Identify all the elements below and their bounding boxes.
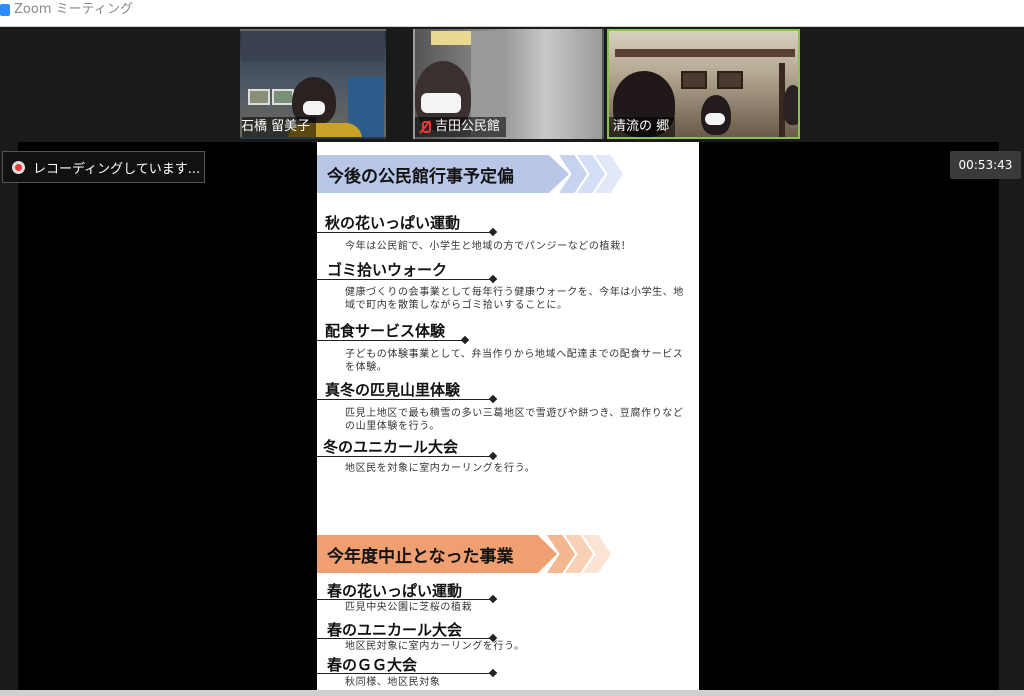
item-heading: 春の花いっぱい運動 xyxy=(327,582,463,600)
item-body: 地区民対象に室内カーリングを行う。 xyxy=(345,641,525,652)
item-heading: 秋の花いっぱい運動 xyxy=(325,214,461,232)
ceiling xyxy=(242,31,384,61)
underline xyxy=(317,399,493,400)
item-heading: ゴミ拾いウォーク xyxy=(327,261,448,279)
wall-picture xyxy=(717,71,743,89)
underline xyxy=(317,340,465,341)
item-heading: 真冬の匹見山里体験 xyxy=(325,381,461,399)
item-heading: 配食サービス体験 xyxy=(325,322,446,340)
item-body: 子どもの体験事業として、弁当作りから地域へ配達までの配食サービスを体験。 xyxy=(345,349,684,373)
title-bar: Zoom ミーティング xyxy=(0,0,1024,27)
recording-indicator[interactable]: レコーディングしています... xyxy=(2,151,205,183)
bottom-edge xyxy=(0,690,1024,696)
item-heading: 冬のユニカール大会 xyxy=(323,438,459,456)
item-body: 今年は公民館で、小学生と地域の方でパンジーなどの植栽！ xyxy=(345,241,632,252)
ceiling-beam xyxy=(615,49,795,57)
diamond-icon xyxy=(460,335,470,345)
section-banner-upcoming: 今後の公民館行事予定偏 xyxy=(317,155,623,193)
participant-name: 石橋 留美子 xyxy=(241,119,311,134)
section-title: 今後の公民館行事予定偏 xyxy=(317,155,569,193)
item-body: 匹見中央公園に芝桜の植栽 xyxy=(345,602,473,613)
meeting-stage: 石橋 留美子 吉田公民館 清流の 郷 レコーディングしています... 00:53… xyxy=(0,27,1024,696)
underline xyxy=(317,279,493,280)
diamond-icon xyxy=(488,227,498,237)
window-title: Zoom ミーティング xyxy=(14,2,133,17)
item-body: 地区民を対象に室内カーリングを行う。 xyxy=(345,463,536,474)
mic-muted-icon xyxy=(419,120,431,134)
participant-name: 清流の 郷 xyxy=(613,119,670,134)
recording-label: レコーディングしています... xyxy=(33,161,201,177)
record-icon xyxy=(12,160,25,174)
underline xyxy=(317,599,493,600)
wall-picture xyxy=(272,89,294,105)
wall-picture xyxy=(248,89,270,105)
participant-tile-1[interactable]: 石橋 留美子 xyxy=(240,29,386,139)
section-title: 今年度中止となった事業 xyxy=(317,535,557,573)
diamond-icon xyxy=(488,274,498,284)
underline xyxy=(317,673,493,674)
section-banner-cancelled: 今年度中止となった事業 xyxy=(317,535,611,573)
diamond-icon xyxy=(488,394,498,404)
face-mask xyxy=(705,113,725,125)
participant-head xyxy=(783,85,798,125)
zoom-app-icon xyxy=(0,4,10,16)
diamond-icon xyxy=(488,451,498,461)
item-body: 健康づくりの会事業として毎年行う健康ウォークを、今年は小学生、地域で町内を散策し… xyxy=(345,287,684,311)
participant-tile-3[interactable]: 清流の 郷 xyxy=(607,29,800,139)
participant-name-tag: 吉田公民館 xyxy=(415,117,507,137)
item-heading: 春のＧＧ大会 xyxy=(327,656,418,674)
underline xyxy=(317,456,493,457)
face-mask xyxy=(421,93,461,113)
item-body: 秋同様、地区民対象 xyxy=(345,677,441,688)
face-mask xyxy=(303,101,325,115)
item-body: 匹見上地区で最も積雪の多い三葛地区で雪遊びや餅つき、豆腐作りなどの山里体験を行う… xyxy=(345,408,684,432)
item-heading: 春のユニカール大会 xyxy=(327,621,463,639)
participant-name: 吉田公民館 xyxy=(435,119,501,134)
shared-slide: 今後の公民館行事予定偏 秋の花いっぱい運動 今年は公民館で、小学生と地域の方でパ… xyxy=(317,142,699,694)
participant-tile-2[interactable]: 吉田公民館 xyxy=(413,29,604,139)
underline xyxy=(317,638,493,639)
participant-name-tag: 清流の 郷 xyxy=(609,117,676,137)
meeting-timer: 00:53:43 xyxy=(950,151,1021,179)
wall-picture xyxy=(681,71,707,89)
ceiling-light xyxy=(431,31,471,45)
participant-name-tag: 石橋 留美子 xyxy=(241,117,317,137)
underline xyxy=(317,232,493,233)
